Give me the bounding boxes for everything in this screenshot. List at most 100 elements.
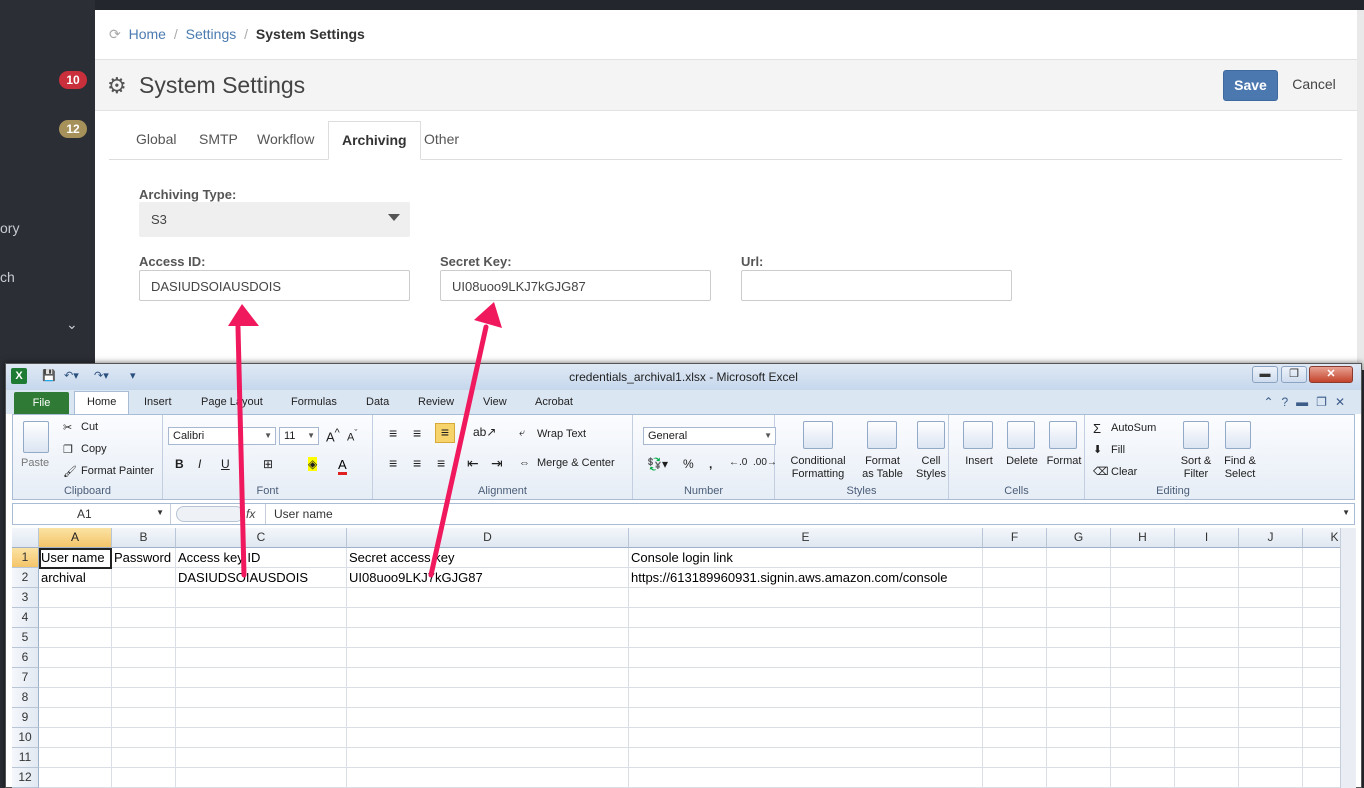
tab-page-layout[interactable]: Page Layout: [201, 396, 263, 408]
row-header-7[interactable]: 7: [12, 668, 39, 688]
copy-button[interactable]: Copy: [81, 443, 107, 455]
align-middle-icon[interactable]: ≡: [413, 425, 421, 441]
restore-icon[interactable]: ❐: [1281, 366, 1307, 383]
font-color-icon[interactable]: A: [338, 457, 347, 475]
percent-icon[interactable]: %: [683, 457, 694, 471]
cell-e2[interactable]: https://613189960931.signin.aws.amazon.c…: [629, 568, 948, 588]
fill-button[interactable]: Fill: [1111, 444, 1125, 456]
column-header-c[interactable]: C: [176, 528, 347, 548]
archiving-type-select[interactable]: S3: [139, 202, 410, 237]
binoculars-icon[interactable]: [1225, 421, 1251, 449]
row-header-11[interactable]: 11: [12, 748, 39, 768]
delete-cells-button[interactable]: Delete: [1001, 455, 1043, 467]
font-size-select[interactable]: 11 ▼: [279, 427, 319, 445]
align-bottom-icon[interactable]: ≡: [435, 423, 455, 443]
column-header-j[interactable]: J: [1239, 528, 1303, 548]
tab-data[interactable]: Data: [366, 396, 389, 408]
align-center-icon[interactable]: ≡: [413, 455, 421, 471]
cell-styles-icon[interactable]: [917, 421, 945, 449]
sort-filter-icon[interactable]: [1183, 421, 1209, 449]
save-button[interactable]: Save: [1223, 70, 1278, 101]
font-family-select[interactable]: Calibri ▼: [168, 427, 276, 445]
row-header-5[interactable]: 5: [12, 628, 39, 648]
merge-center-button[interactable]: Merge & Center: [537, 457, 615, 469]
tab-smtp[interactable]: SMTP: [186, 121, 251, 160]
tab-other[interactable]: Other: [411, 121, 472, 160]
fill-color-icon[interactable]: ◈: [308, 457, 318, 471]
orientation-icon[interactable]: ab↗: [473, 425, 496, 439]
row-header-9[interactable]: 9: [12, 708, 39, 728]
currency-icon[interactable]: 💱▾: [647, 457, 668, 471]
shrink-font-icon[interactable]: Aˇ: [347, 428, 357, 444]
row-header-8[interactable]: 8: [12, 688, 39, 708]
column-header-b[interactable]: B: [112, 528, 176, 548]
cell-e1[interactable]: Console login link: [629, 548, 733, 568]
format-as-table-button-line2[interactable]: as Table: [855, 468, 910, 480]
notification-badge[interactable]: 10: [59, 71, 87, 89]
column-header-k[interactable]: K: [1303, 528, 1340, 548]
chevron-down-icon[interactable]: ⌄: [66, 316, 78, 333]
vertical-scrollbar[interactable]: [1340, 528, 1356, 788]
column-header-a[interactable]: A: [39, 528, 112, 548]
wrap-text-button[interactable]: Wrap Text: [537, 428, 586, 440]
fill-icon[interactable]: ⬇: [1093, 443, 1102, 456]
row-header-3[interactable]: 3: [12, 588, 39, 608]
conditional-formatting-button[interactable]: Conditional: [783, 455, 853, 467]
wrap-text-icon[interactable]: ⤶: [519, 427, 525, 440]
formula-input[interactable]: User name: [265, 504, 333, 524]
column-header-h[interactable]: H: [1111, 528, 1175, 548]
align-top-icon[interactable]: ≡: [389, 425, 397, 441]
secret-key-field[interactable]: UI08uoo9LKJ7kGJG87: [440, 270, 711, 301]
number-format-select[interactable]: General ▼: [643, 427, 776, 445]
tab-insert[interactable]: Insert: [144, 396, 172, 408]
insert-cells-button[interactable]: Insert: [959, 455, 999, 467]
breadcrumb-home[interactable]: Home: [129, 26, 166, 42]
tab-formulas[interactable]: Formulas: [291, 396, 337, 408]
tab-acrobat[interactable]: Acrobat: [535, 396, 573, 408]
format-cells-button[interactable]: Format: [1043, 455, 1085, 467]
cut-icon[interactable]: ✂: [63, 421, 72, 434]
column-header-f[interactable]: F: [983, 528, 1047, 548]
decrease-decimal-icon[interactable]: .00→: [753, 457, 777, 468]
spreadsheet-grid[interactable]: A B C D E F G H I J K 1 2 3 4 5 6 7 8 9 10 11 12 User name Passw…: [12, 528, 1340, 788]
expand-formula-icon[interactable]: ▼: [1342, 508, 1350, 517]
function-icon[interactable]: fx: [246, 507, 255, 521]
format-cells-icon[interactable]: [1049, 421, 1077, 449]
cell-d1[interactable]: Secret access key: [347, 548, 455, 568]
sort-filter-button-line2[interactable]: Filter: [1175, 468, 1217, 480]
column-header-e[interactable]: E: [629, 528, 983, 548]
url-field[interactable]: [741, 270, 1012, 301]
refresh-icon[interactable]: ⟳: [109, 26, 121, 42]
tab-global[interactable]: Global: [123, 121, 189, 160]
conditional-formatting-button-line2[interactable]: Formatting: [783, 468, 853, 480]
tab-home[interactable]: Home: [74, 391, 130, 414]
row-header-4[interactable]: 4: [12, 608, 39, 628]
grow-font-icon[interactable]: A^: [326, 427, 340, 444]
format-painter-button[interactable]: Format Painter: [81, 465, 154, 477]
row-header-2[interactable]: 2: [12, 568, 39, 588]
sort-filter-button[interactable]: Sort &: [1175, 455, 1217, 467]
row-header-1[interactable]: 1: [12, 548, 39, 568]
sidebar-item-history[interactable]: ory: [0, 220, 19, 236]
underline-icon[interactable]: U: [221, 457, 230, 471]
tab-archiving[interactable]: Archiving: [328, 121, 421, 160]
format-as-table-icon[interactable]: [867, 421, 897, 449]
comma-icon[interactable]: ,: [709, 457, 712, 471]
format-painter-icon[interactable]: 🖌: [63, 465, 77, 478]
clear-icon[interactable]: ⌫: [1093, 465, 1109, 478]
merge-center-icon[interactable]: ⇔: [519, 457, 530, 469]
align-left-icon[interactable]: ≡: [389, 455, 397, 471]
formula-controls[interactable]: [176, 506, 244, 522]
italic-icon[interactable]: I: [198, 457, 201, 471]
name-box[interactable]: A1 ▼: [13, 504, 171, 524]
align-right-icon[interactable]: ≡: [437, 455, 445, 471]
cut-button[interactable]: Cut: [81, 421, 98, 433]
row-header-12[interactable]: 12: [12, 768, 39, 788]
column-header-g[interactable]: G: [1047, 528, 1111, 548]
column-header-i[interactable]: I: [1175, 528, 1239, 548]
row-header-10[interactable]: 10: [12, 728, 39, 748]
page-scrollbar[interactable]: [1357, 10, 1364, 370]
row-header-6[interactable]: 6: [12, 648, 39, 668]
cancel-button[interactable]: Cancel: [1285, 70, 1343, 101]
conditional-formatting-icon[interactable]: [803, 421, 833, 449]
